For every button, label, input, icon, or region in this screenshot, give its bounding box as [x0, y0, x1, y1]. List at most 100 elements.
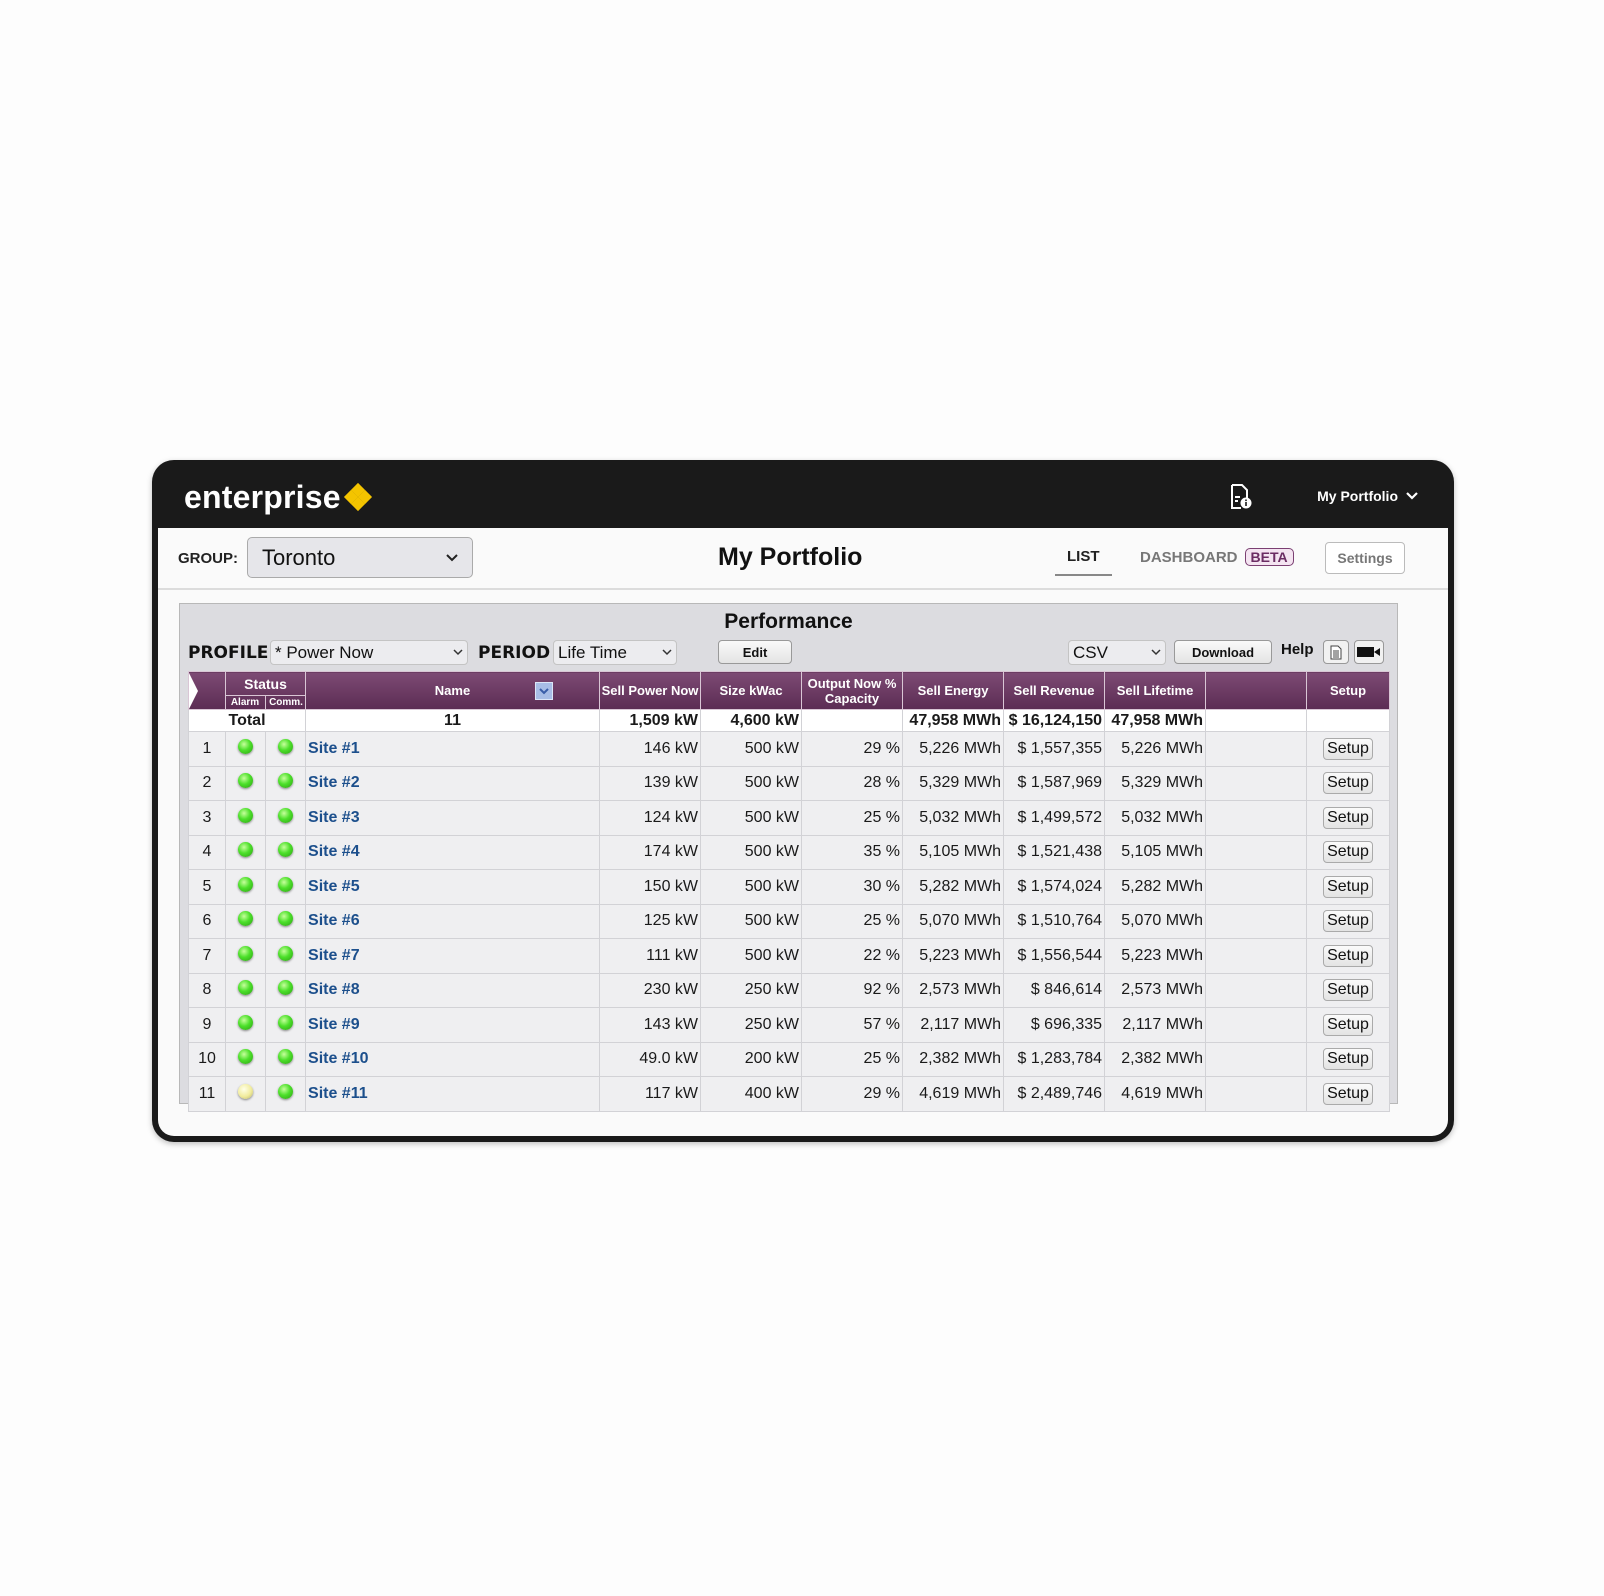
alarm-status-icon[interactable] — [238, 980, 253, 996]
comm-status-icon[interactable] — [278, 1083, 293, 1099]
alarm-status-icon[interactable] — [238, 842, 253, 858]
setup-button[interactable]: Setup — [1323, 944, 1373, 967]
edit-button[interactable]: Edit — [718, 640, 792, 664]
download-button[interactable]: Download — [1174, 640, 1272, 664]
setup-button[interactable]: Setup — [1323, 806, 1373, 829]
table-row: 1 Site #1 146 kW 500 kW 29 % 5,226 MWh $ 1,557… — [188, 731, 1391, 767]
blank-cell — [1205, 731, 1308, 767]
comm-status-icon[interactable] — [278, 1049, 293, 1065]
setup-button[interactable]: Setup — [1323, 910, 1373, 933]
comm-status-icon[interactable] — [278, 738, 293, 754]
main-content: GROUP: Toronto My Portfolio LIST DASHBOA… — [158, 528, 1448, 1136]
site-link[interactable]: Site #6 — [308, 912, 360, 929]
performance-table: Status Alarm Comm. Name Sell Power Now S… — [187, 671, 1391, 1112]
site-link[interactable]: Site #1 — [308, 740, 360, 757]
comm-status-cell — [264, 938, 307, 974]
alarm-status-icon[interactable] — [238, 773, 253, 789]
table-row: 9 Site #9 143 kW 250 kW 57 % 2,117 MWh $ 696,3… — [188, 1007, 1391, 1043]
alarm-status-icon[interactable] — [238, 807, 253, 823]
profile-select[interactable]: * Power Now — [270, 640, 468, 665]
help-video-button[interactable] — [1354, 640, 1384, 664]
sell-energy-cell: 5,226 MWh — [902, 731, 1005, 767]
blank-cell — [1205, 938, 1308, 974]
name-header-label: Name — [434, 683, 471, 698]
comm-status-icon[interactable] — [278, 1014, 293, 1030]
expand-column-toggle[interactable] — [188, 671, 226, 710]
comm-status-icon[interactable] — [278, 980, 293, 996]
setup-button[interactable]: Setup — [1323, 841, 1373, 864]
setup-button[interactable]: Setup — [1323, 1082, 1373, 1105]
alarm-status-cell — [225, 1041, 266, 1077]
period-select[interactable]: Life Time — [553, 640, 677, 665]
sell-lifetime-cell: 5,282 MWh — [1104, 869, 1207, 905]
setup-button[interactable]: Setup — [1323, 979, 1373, 1002]
help-document-button[interactable] — [1323, 640, 1349, 664]
site-link[interactable]: Site #9 — [308, 1016, 360, 1033]
sell-lifetime-header[interactable]: Sell Lifetime — [1104, 671, 1207, 710]
comm-status-icon[interactable] — [278, 842, 293, 858]
comm-status-icon[interactable] — [278, 911, 293, 927]
site-link[interactable]: Site #10 — [308, 1050, 368, 1067]
site-link[interactable]: Site #8 — [308, 981, 360, 998]
sell-energy-header[interactable]: Sell Energy — [902, 671, 1005, 710]
site-name-cell: Site #10 — [305, 1041, 601, 1077]
name-header[interactable]: Name — [305, 671, 601, 710]
site-link[interactable]: Site #5 — [308, 878, 360, 895]
enterprise-logo[interactable]: enterprise — [184, 479, 372, 516]
alarm-header[interactable]: Alarm — [225, 695, 267, 709]
alarm-status-icon[interactable] — [238, 1049, 253, 1065]
site-name-cell: Site #11 — [305, 1076, 601, 1112]
blank-cell — [1205, 972, 1308, 1008]
document-info-icon[interactable] — [1230, 484, 1252, 510]
table-row: 7 Site #7 111 kW 500 kW 22 % 5,223 MWh $ 1,556… — [188, 938, 1391, 974]
settings-button[interactable]: Settings — [1325, 542, 1405, 574]
export-format-select[interactable]: CSV — [1068, 640, 1166, 665]
portfolio-menu[interactable]: My Portfolio — [1317, 488, 1418, 504]
alarm-status-icon[interactable] — [238, 1083, 253, 1099]
site-link[interactable]: Site #3 — [308, 809, 360, 826]
tab-list[interactable]: LIST — [1055, 548, 1112, 576]
sell-power-cell: 139 kW — [599, 765, 702, 801]
sell-power-now-header[interactable]: Sell Power Now — [599, 671, 702, 710]
setup-button[interactable]: Setup — [1323, 875, 1373, 898]
group-select[interactable]: Toronto — [247, 537, 473, 578]
setup-button[interactable]: Setup — [1323, 772, 1373, 795]
site-name-cell: Site #8 — [305, 972, 601, 1008]
tab-dashboard[interactable]: DASHBOARD BETA — [1140, 548, 1294, 566]
site-link[interactable]: Site #2 — [308, 774, 360, 791]
blank-cell — [1205, 765, 1308, 801]
comm-status-icon[interactable] — [278, 945, 293, 961]
setup-button[interactable]: Setup — [1323, 1048, 1373, 1071]
sell-revenue-cell: $ 696,335 — [1003, 1007, 1106, 1043]
row-index: 1 — [188, 731, 226, 767]
setup-button[interactable]: Setup — [1323, 1013, 1373, 1036]
comm-status-icon[interactable] — [278, 773, 293, 789]
row-index: 6 — [188, 903, 226, 939]
sell-power-cell: 143 kW — [599, 1007, 702, 1043]
page-title: My Portfolio — [718, 543, 863, 571]
capacity-cell: 22 % — [801, 938, 904, 974]
site-name-cell: Site #6 — [305, 903, 601, 939]
size-kwac-header[interactable]: Size kWac — [700, 671, 803, 710]
total-sell-power: 1,509 kW — [599, 709, 702, 732]
site-link[interactable]: Site #11 — [308, 1085, 368, 1102]
sell-revenue-header[interactable]: Sell Revenue — [1003, 671, 1106, 710]
alarm-status-icon[interactable] — [238, 876, 253, 892]
alarm-status-icon[interactable] — [238, 738, 253, 754]
site-link[interactable]: Site #4 — [308, 843, 360, 860]
comm-header[interactable]: Comm. — [266, 696, 306, 709]
alarm-status-icon[interactable] — [238, 911, 253, 927]
site-link[interactable]: Site #7 — [308, 947, 360, 964]
output-capacity-header[interactable]: Output Now % Capacity — [801, 671, 904, 710]
sort-dropdown-icon[interactable] — [535, 682, 554, 700]
chevron-down-icon — [662, 649, 672, 656]
alarm-status-icon[interactable] — [238, 945, 253, 961]
row-index: 4 — [188, 834, 226, 870]
sell-power-cell: 49.0 kW — [599, 1041, 702, 1077]
setup-button[interactable]: Setup — [1323, 737, 1373, 760]
profile-select-value: * Power Now — [275, 642, 374, 662]
comm-status-icon[interactable] — [278, 807, 293, 823]
alarm-status-icon[interactable] — [238, 1014, 253, 1030]
blank-cell — [1205, 800, 1308, 836]
comm-status-icon[interactable] — [278, 876, 293, 892]
